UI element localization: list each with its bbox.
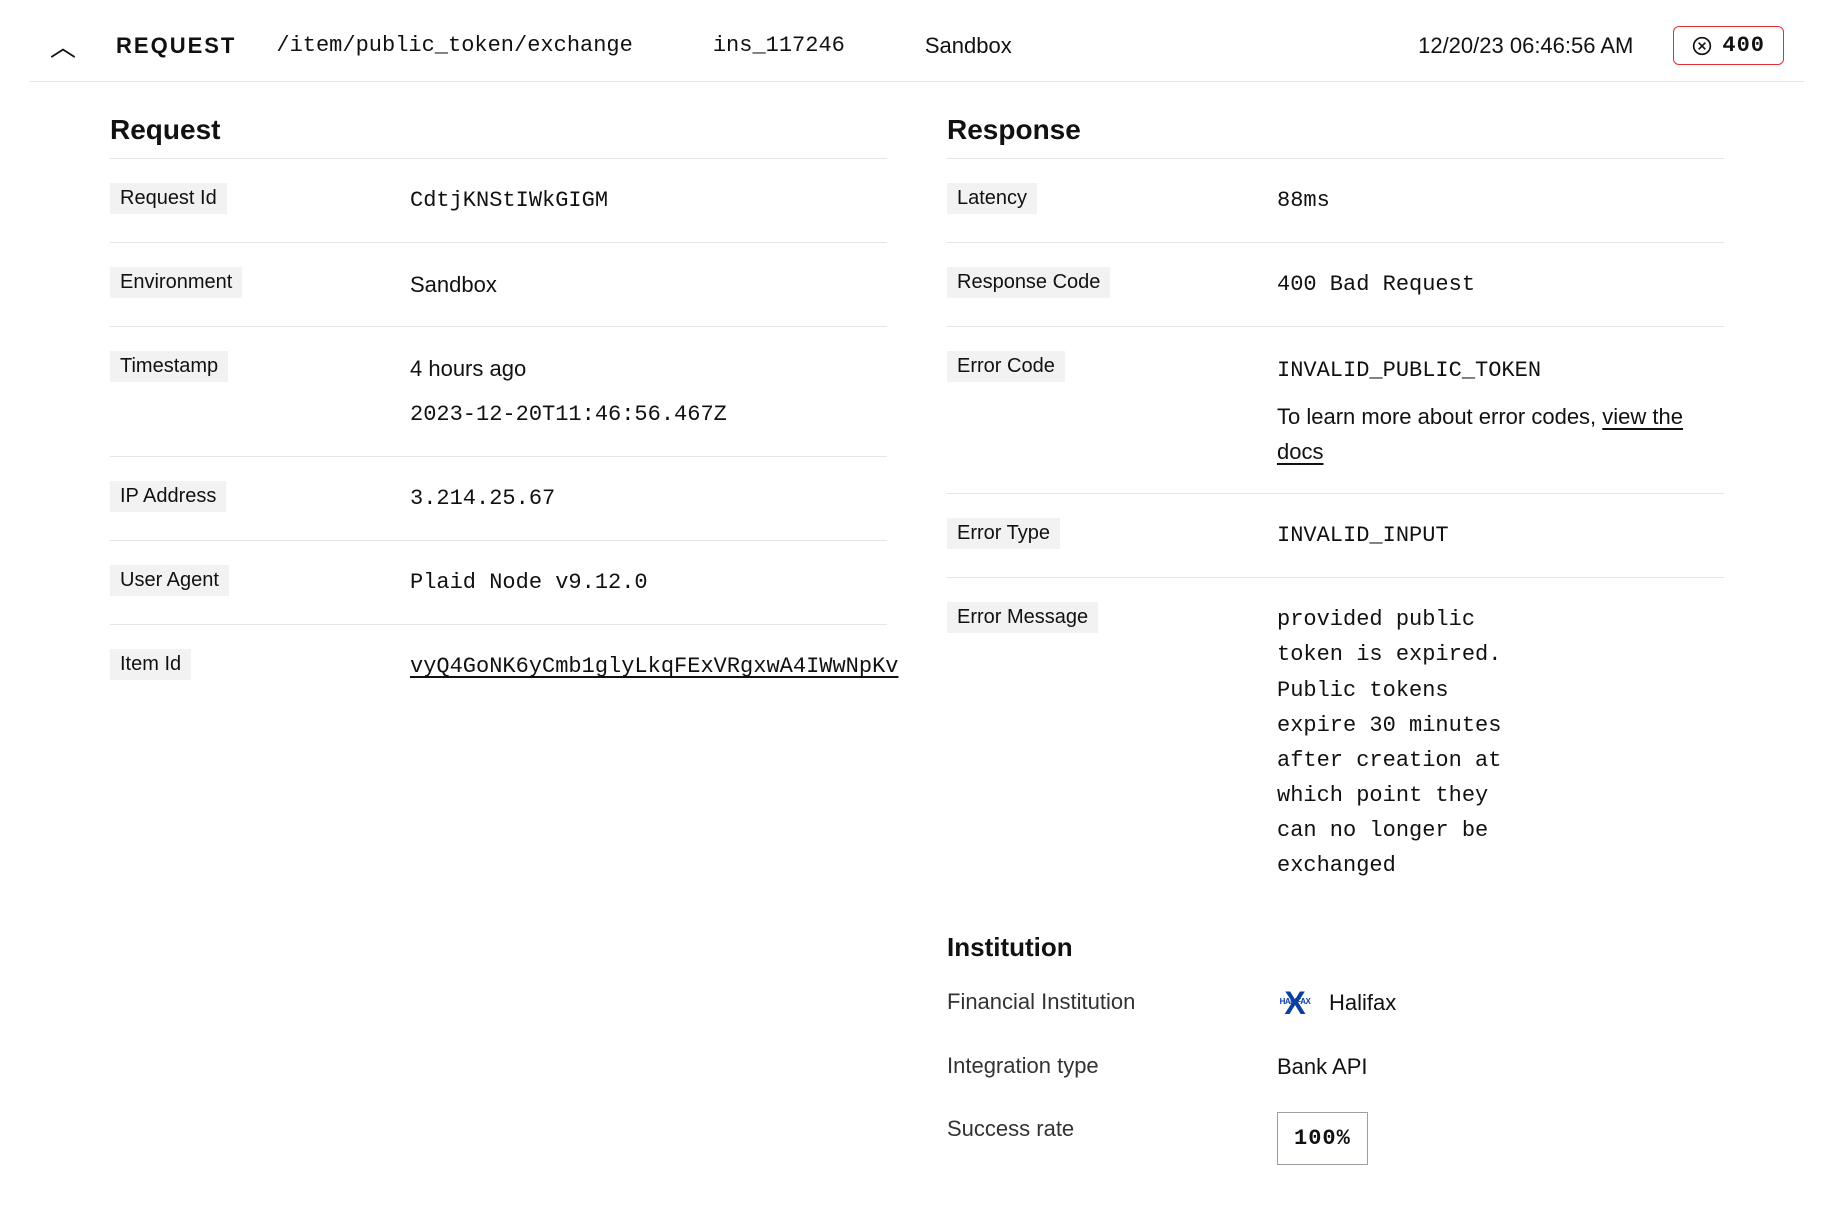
row-timestamp: Timestamp 4 hours ago 2023-12-20T11:46:5… xyxy=(110,327,887,456)
label-error-type: Error Type xyxy=(947,518,1060,549)
row-response-code: Response Code 400 Bad Request xyxy=(947,243,1724,327)
value-error-message: provided public token is expired. Public… xyxy=(1277,602,1537,884)
value-ip: 3.214.25.67 xyxy=(410,481,887,516)
response-panel: Response Latency 88ms Response Code 400 … xyxy=(947,102,1724,1179)
label-success-rate: Success rate xyxy=(947,1112,1074,1146)
value-success-rate: 100% xyxy=(1277,1112,1724,1165)
label-item-id: Item Id xyxy=(110,649,191,680)
collapse-chevron-up-icon[interactable]: ︿ xyxy=(50,27,76,64)
value-integration-type: Bank API xyxy=(1277,1049,1724,1084)
row-request-id: Request Id CdtjKNStIWkGIGM xyxy=(110,159,887,243)
value-latency: 88ms xyxy=(1277,183,1724,218)
error-help-prefix: To learn more about error codes, xyxy=(1277,404,1602,429)
label-financial-institution: Financial Institution xyxy=(947,985,1135,1019)
label-environment: Environment xyxy=(110,267,242,298)
row-ip: IP Address 3.214.25.67 xyxy=(110,457,887,541)
request-panel: Request Request Id CdtjKNStIWkGIGM Envir… xyxy=(110,102,887,1179)
row-error-code: Error Code INVALID_PUBLIC_TOKEN To learn… xyxy=(947,327,1724,494)
row-error-message: Error Message provided public token is e… xyxy=(947,578,1724,908)
request-timestamp-header: 12/20/23 06:46:56 AM xyxy=(1418,33,1633,59)
request-path: /item/public_token/exchange xyxy=(276,33,632,58)
label-error-message: Error Message xyxy=(947,602,1098,633)
label-user-agent: User Agent xyxy=(110,565,229,596)
value-timestamp: 4 hours ago 2023-12-20T11:46:56.467Z xyxy=(410,351,887,431)
value-item-id[interactable]: vyQ4GoNK6yCmb1glyLkqFExVRgxwA4IWwNpKv xyxy=(410,649,898,684)
label-integration-type: Integration type xyxy=(947,1049,1099,1083)
request-label: REQUEST xyxy=(116,33,236,59)
label-request-id: Request Id xyxy=(110,183,227,214)
environment-header: Sandbox xyxy=(925,33,1012,59)
value-request-id: CdtjKNStIWkGIGM xyxy=(410,183,887,218)
response-heading: Response xyxy=(947,102,1724,159)
label-timestamp: Timestamp xyxy=(110,351,228,382)
halifax-logo-icon: X HALIFAX xyxy=(1277,985,1313,1021)
row-success-rate: Success rate 100% xyxy=(947,1098,1724,1179)
label-error-code: Error Code xyxy=(947,351,1065,382)
error-circle-icon xyxy=(1692,36,1712,56)
row-latency: Latency 88ms xyxy=(947,159,1724,243)
value-financial-institution: X HALIFAX Halifax xyxy=(1277,985,1724,1021)
status-code-value: 400 xyxy=(1722,33,1765,58)
timestamp-relative: 4 hours ago xyxy=(410,356,526,381)
status-code-badge: 400 xyxy=(1673,26,1784,65)
label-response-code: Response Code xyxy=(947,267,1110,298)
institution-id: ins_117246 xyxy=(713,33,845,58)
label-latency: Latency xyxy=(947,183,1037,214)
row-integration-type: Integration type Bank API xyxy=(947,1035,1724,1098)
row-user-agent: User Agent Plaid Node v9.12.0 xyxy=(110,541,887,625)
item-id-link[interactable]: vyQ4GoNK6yCmb1glyLkqFExVRgxwA4IWwNpKv xyxy=(410,654,898,679)
row-item-id: Item Id vyQ4GoNK6yCmb1glyLkqFExVRgxwA4IW… xyxy=(110,625,887,708)
row-error-type: Error Type INVALID_INPUT xyxy=(947,494,1724,578)
value-user-agent: Plaid Node v9.12.0 xyxy=(410,565,887,600)
detail-panels: Request Request Id CdtjKNStIWkGIGM Envir… xyxy=(30,82,1804,1219)
request-header-row: ︿ REQUEST /item/public_token/exchange in… xyxy=(30,10,1804,82)
row-financial-institution: Financial Institution X HALIFAX Halifax xyxy=(947,971,1724,1035)
timestamp-iso: 2023-12-20T11:46:56.467Z xyxy=(410,397,887,432)
value-response-code: 400 Bad Request xyxy=(1277,267,1724,302)
institution-heading: Institution xyxy=(947,908,1724,971)
header-meta: /item/public_token/exchange ins_117246 S… xyxy=(276,33,1378,59)
row-environment: Environment Sandbox xyxy=(110,243,887,327)
value-error-type: INVALID_INPUT xyxy=(1277,518,1724,553)
error-code-help: To learn more about error codes, view th… xyxy=(1277,399,1724,469)
value-error-code: INVALID_PUBLIC_TOKEN To learn more about… xyxy=(1277,351,1724,469)
institution-name: Halifax xyxy=(1329,985,1396,1020)
error-code-value: INVALID_PUBLIC_TOKEN xyxy=(1277,358,1541,383)
label-ip: IP Address xyxy=(110,481,226,512)
value-environment: Sandbox xyxy=(410,267,887,302)
request-heading: Request xyxy=(110,102,887,159)
success-rate-badge: 100% xyxy=(1277,1112,1368,1165)
